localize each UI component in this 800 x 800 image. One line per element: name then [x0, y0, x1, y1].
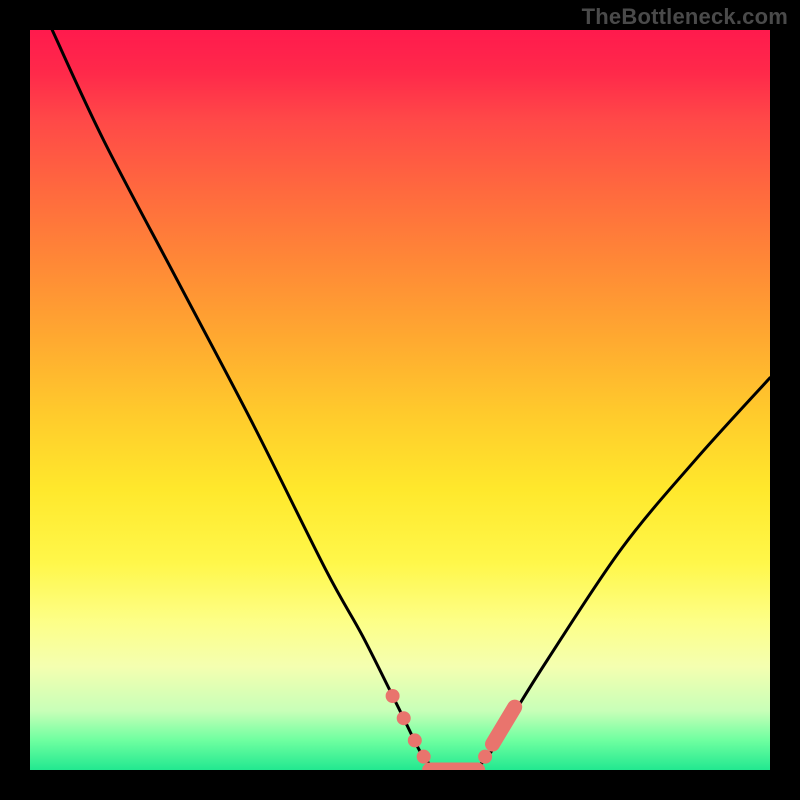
curve-layer [52, 30, 770, 770]
marker-dot [478, 750, 492, 764]
marker-dot [397, 711, 411, 725]
chart-frame: TheBottleneck.com [0, 0, 800, 800]
marker-pill [493, 707, 515, 744]
marker-dot [408, 733, 422, 747]
series-left-branch [52, 30, 437, 770]
marker-layer [386, 689, 515, 770]
marker-dot [386, 689, 400, 703]
marker-dot [417, 750, 431, 764]
watermark-text: TheBottleneck.com [582, 4, 788, 30]
chart-svg [30, 30, 770, 770]
